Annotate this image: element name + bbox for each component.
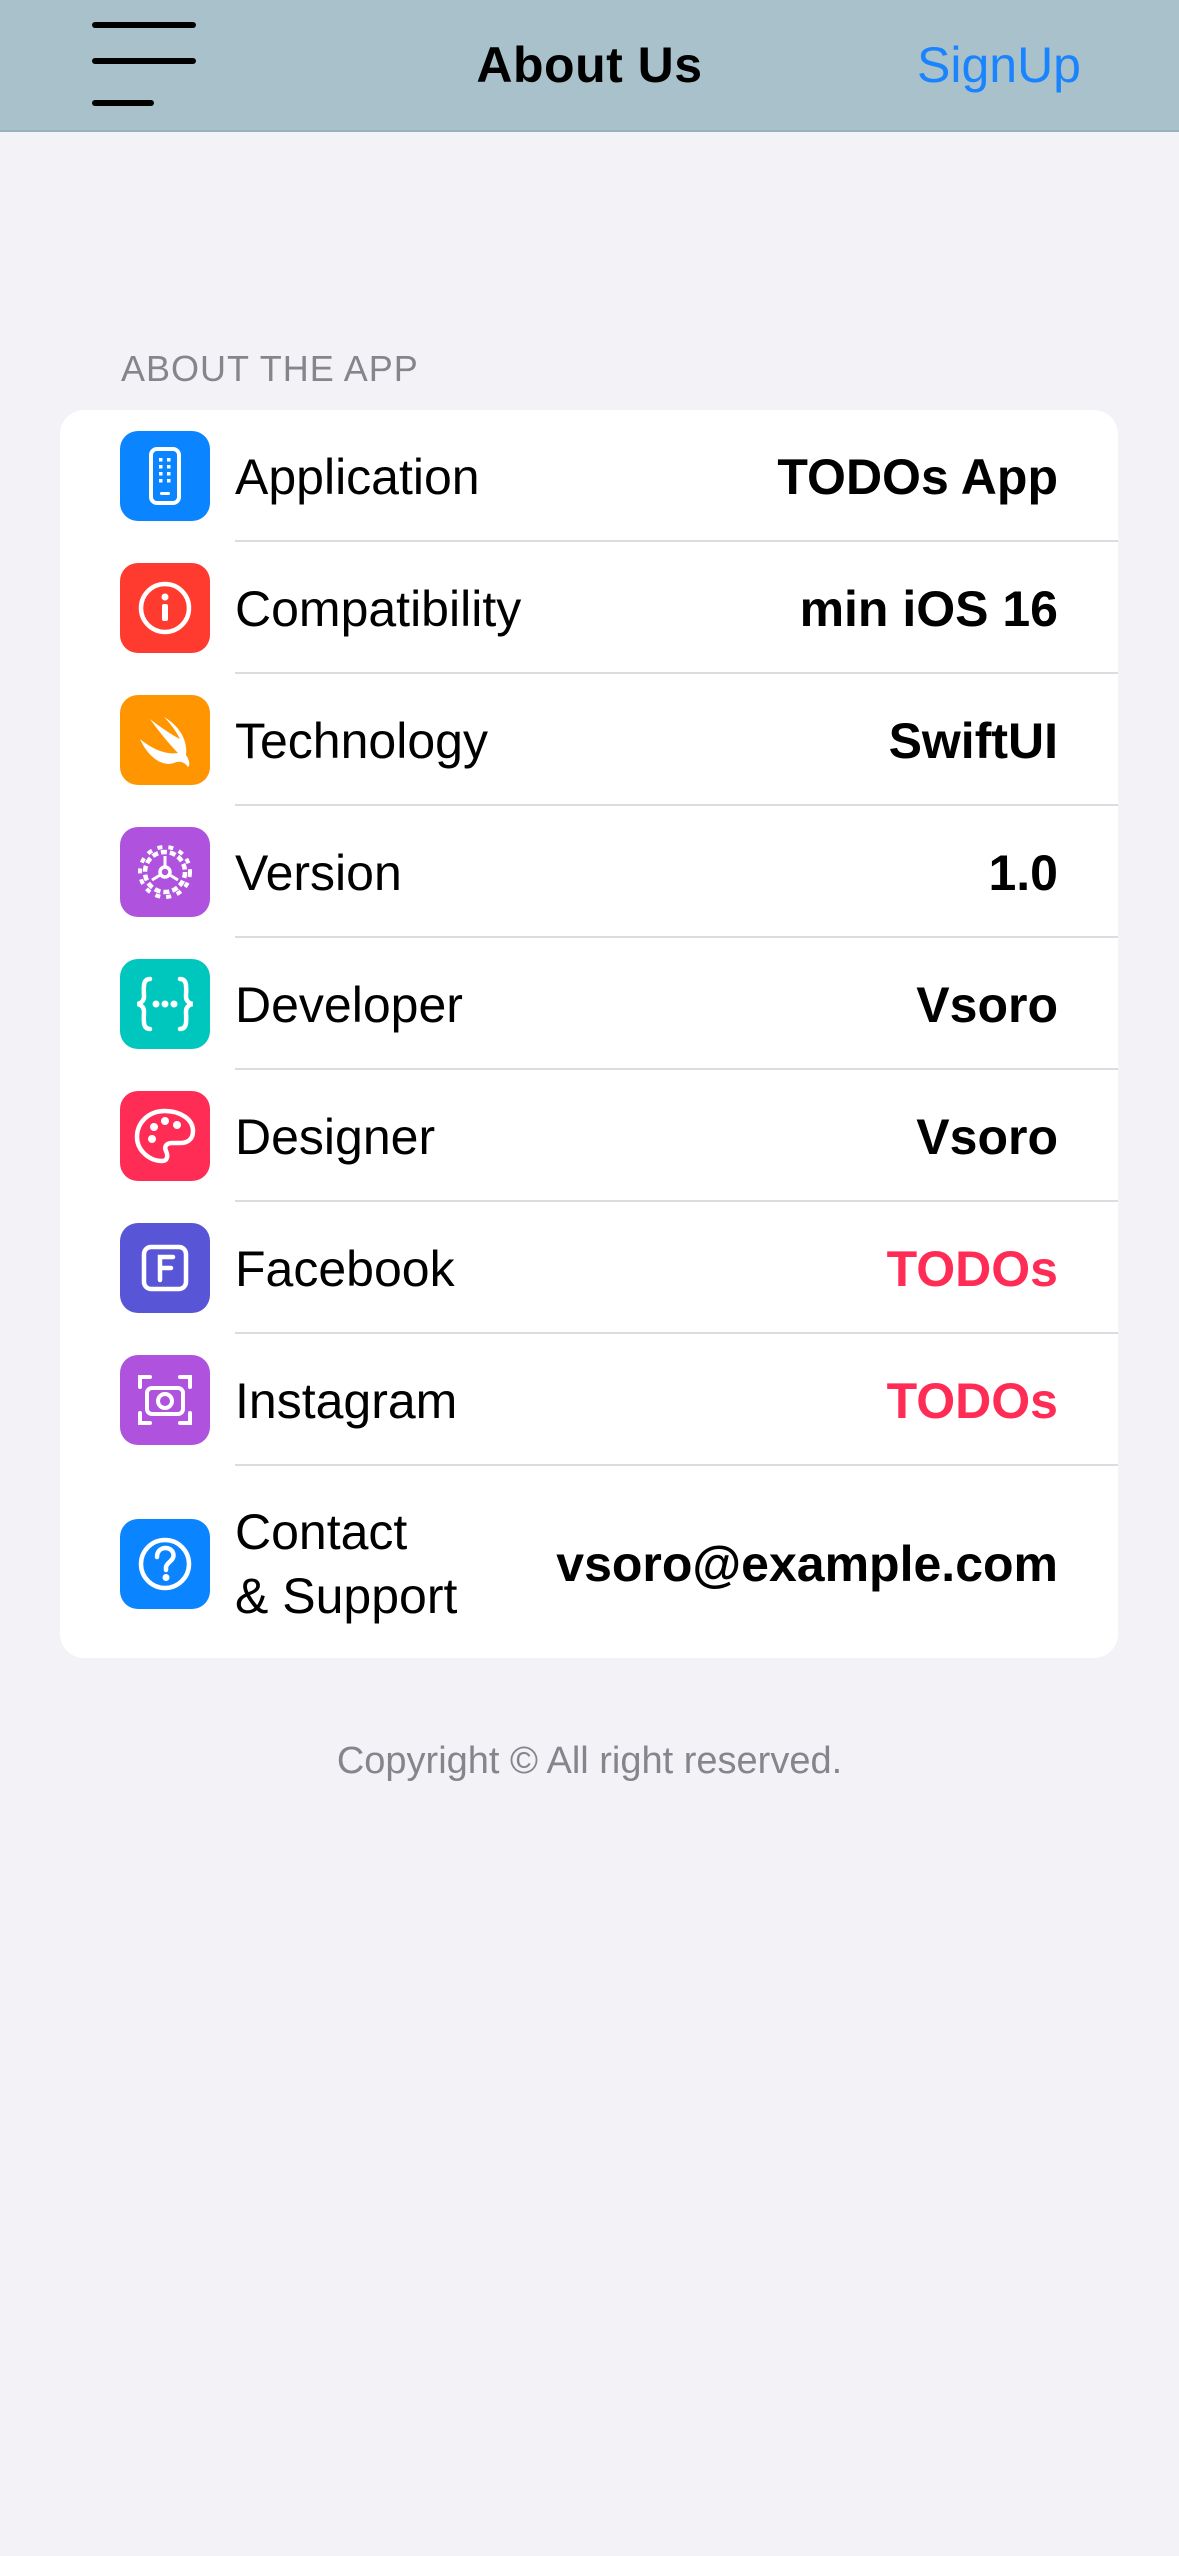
- row-label: Contact & Support: [235, 1500, 457, 1628]
- list-item-instagram[interactable]: Instagram TODOs: [60, 1334, 1118, 1466]
- row-value: SwiftUI: [888, 713, 1058, 769]
- list-item-developer: Developer Vsoro: [60, 938, 1118, 1070]
- list-item-technology: Technology SwiftUI: [60, 674, 1118, 806]
- list-item-compatibility: Compatibility min iOS 16: [60, 542, 1118, 674]
- about-list: Application TODOs App Compatibility min …: [60, 410, 1118, 1658]
- ellipsis-curlybraces-icon: [120, 959, 210, 1049]
- row-label: Version: [235, 845, 402, 901]
- list-item-application: Application TODOs App: [60, 410, 1118, 542]
- row-label: Compatibility: [235, 581, 522, 637]
- list-item-designer: Designer Vsoro: [60, 1070, 1118, 1202]
- gear-icon: [120, 827, 210, 917]
- copyright-footer: Copyright © All right reserved.: [336, 1740, 843, 1782]
- info-icon: [120, 563, 210, 653]
- row-label: Instagram: [235, 1373, 458, 1429]
- row-value: Vsoro: [916, 1109, 1058, 1165]
- list-item-version: Version 1.0: [60, 806, 1118, 938]
- questionmark-circle-icon: [120, 1519, 210, 1609]
- contact-email: vsoro@example.com: [556, 1536, 1058, 1592]
- facebook-link[interactable]: TODOs: [887, 1244, 1058, 1294]
- row-label: Application: [235, 449, 480, 505]
- row-label: Developer: [235, 977, 463, 1033]
- f-square-icon: [120, 1223, 210, 1313]
- navigation-bar: About Us SignUp: [0, 0, 1179, 132]
- list-item-facebook[interactable]: Facebook TODOs: [60, 1202, 1118, 1334]
- signup-button[interactable]: SignUp: [917, 36, 1081, 94]
- row-label-line2: & Support: [235, 1568, 458, 1624]
- row-value: 1.0: [988, 845, 1058, 901]
- row-label: Technology: [235, 713, 488, 769]
- row-value: TODOs App: [777, 449, 1058, 505]
- instagram-link[interactable]: TODOs: [887, 1376, 1058, 1426]
- camera-viewfinder-icon: [120, 1355, 210, 1445]
- row-label: Designer: [235, 1109, 436, 1165]
- list-item-contact-support: Contact & Support vsoro@example.com: [60, 1466, 1118, 1658]
- section-header: ABOUT THE APP: [121, 348, 419, 389]
- row-value: min iOS 16: [799, 581, 1058, 637]
- paintpalette-icon: [120, 1091, 210, 1181]
- swift-icon: [120, 695, 210, 785]
- row-label-line1: Contact: [235, 1504, 408, 1560]
- row-value: Vsoro: [916, 977, 1058, 1033]
- iphone-icon: [120, 431, 210, 521]
- row-label: Facebook: [235, 1241, 455, 1297]
